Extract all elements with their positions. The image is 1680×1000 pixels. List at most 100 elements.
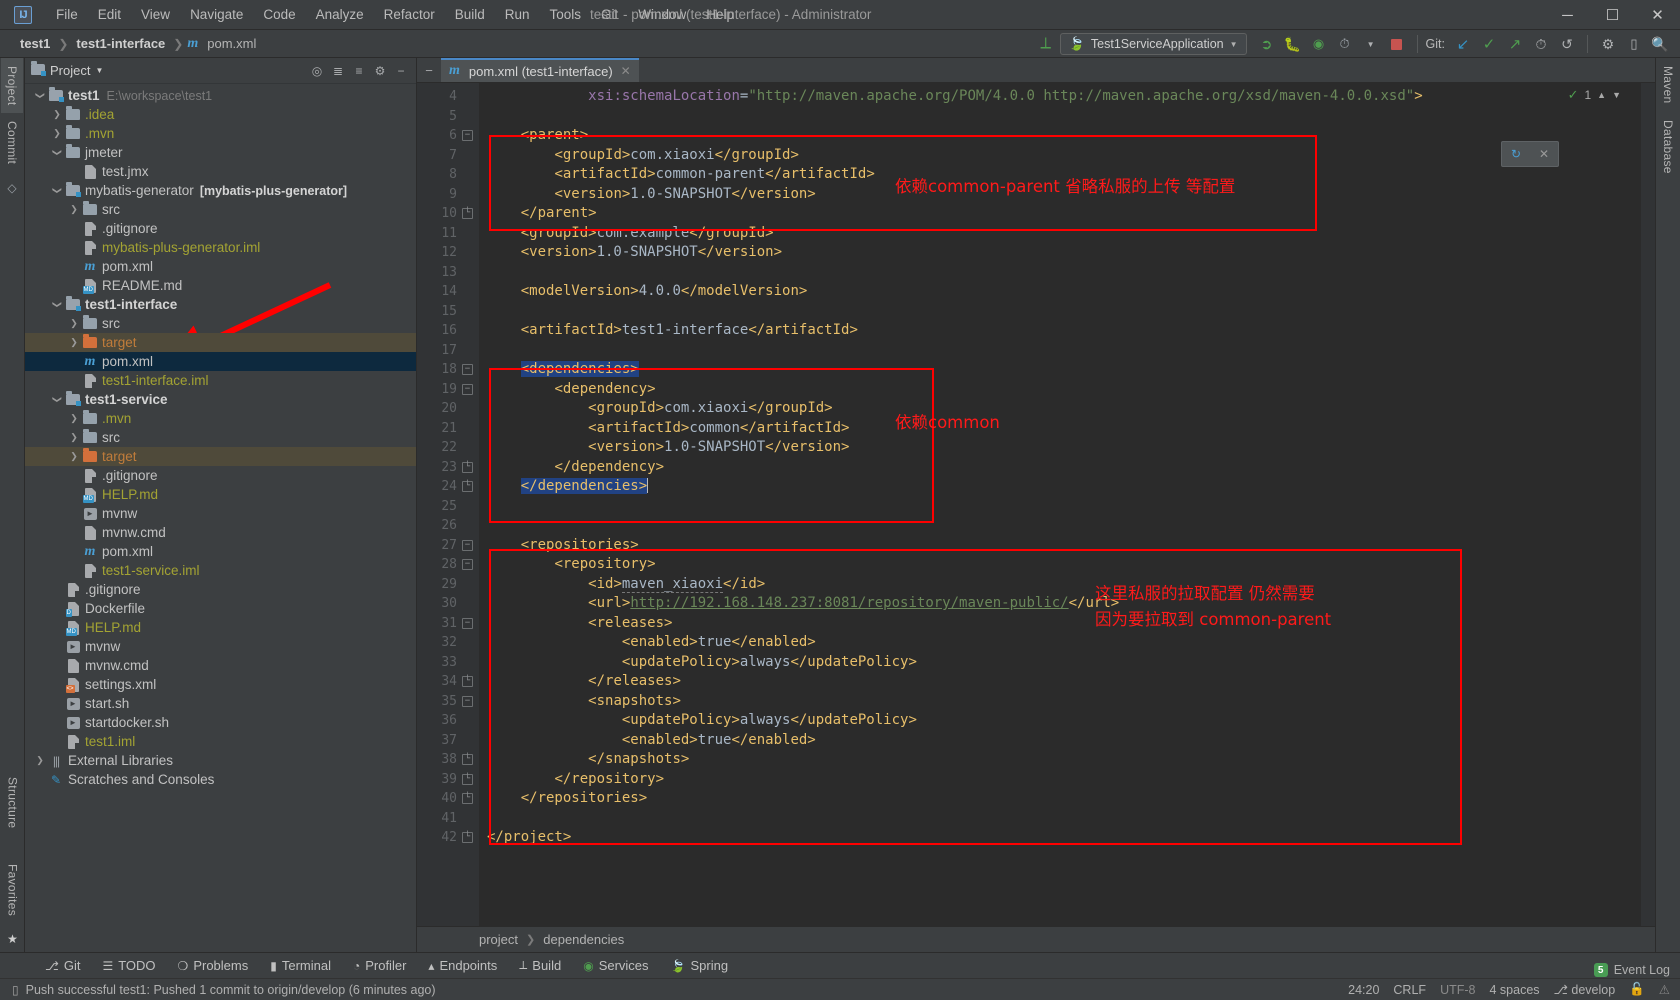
tree-node-test1-interface[interactable]: ❯test1-interface <box>25 295 416 314</box>
breadcrumb-project-element[interactable]: project <box>479 932 518 947</box>
close-button[interactable]: ✕ <box>1635 0 1680 30</box>
sidebar-tab-structure[interactable]: Structure <box>2 769 24 836</box>
notification-icon[interactable]: ⚠ <box>1659 982 1670 997</box>
caret-position[interactable]: 24:20 <box>1348 983 1379 997</box>
git-history-icon[interactable]: ⏱ <box>1529 32 1553 56</box>
tree-node-mvnw[interactable]: ►mvnw <box>25 637 416 656</box>
chevron-right-icon[interactable]: ❯ <box>67 204 81 215</box>
tree-node-start-sh[interactable]: ►start.sh <box>25 694 416 713</box>
status-message-area[interactable]: ▯ Push successful test1: Pushed 1 commit… <box>0 983 436 997</box>
hide-panel-icon[interactable]: − <box>392 62 410 80</box>
sidebar-tab-project[interactable]: Project <box>1 58 23 113</box>
chevron-right-icon[interactable]: ❯ <box>33 755 47 766</box>
profile-icon[interactable]: ⏱ <box>1333 32 1357 56</box>
collapse-all-icon[interactable]: ≡ <box>350 62 368 80</box>
project-tree[interactable]: ❯test1E:\workspace\test1❯.idea❯.mvn❯jmet… <box>25 84 416 952</box>
tree-node-scratches-and-consoles[interactable]: ✎Scratches and Consoles <box>25 770 416 789</box>
tree-node-jmeter[interactable]: ❯jmeter <box>25 143 416 162</box>
chevron-down-icon[interactable]: ▼ <box>1359 32 1383 56</box>
tool-window-button-terminal[interactable]: ▮Terminal <box>259 955 342 977</box>
tool-window-button-git[interactable]: ⎇Git <box>34 955 91 977</box>
search-icon[interactable]: 🔍 <box>1648 32 1672 56</box>
tree-node-test1[interactable]: ❯test1E:\workspace\test1 <box>25 86 416 105</box>
fold-collapse-icon[interactable]: − <box>462 559 473 570</box>
maximize-button[interactable]: ☐ <box>1590 0 1635 30</box>
chevron-right-icon[interactable]: ❯ <box>67 432 81 443</box>
tree-node-mvnw-cmd[interactable]: mvnw.cmd <box>25 656 416 675</box>
tree-node-mybatis-plus-generator-iml[interactable]: mybatis-plus-generator.iml <box>25 238 416 257</box>
marker-strip[interactable] <box>1641 83 1655 926</box>
sidebar-tab-maven[interactable]: Maven <box>1657 58 1679 112</box>
chevron-right-icon[interactable]: ❯ <box>67 451 81 462</box>
run-with-coverage-icon[interactable]: ◉ <box>1307 32 1331 56</box>
stop-icon[interactable] <box>1385 32 1409 56</box>
debug-icon[interactable]: 🐛 <box>1281 32 1305 56</box>
git-push-icon[interactable]: ↗ <box>1503 32 1527 56</box>
tree-node-pom-xml[interactable]: mpom.xml <box>25 352 416 371</box>
chevron-down-icon[interactable]: ❯ <box>52 184 63 198</box>
tree-node-test1-service[interactable]: ❯test1-service <box>25 390 416 409</box>
git-branch-widget[interactable]: ⎇ develop <box>1554 982 1616 997</box>
maven-refresh-icon[interactable]: ↻ <box>1511 147 1521 161</box>
fold-end-icon[interactable]: └ <box>462 774 473 785</box>
tool-window-button-profiler[interactable]: ◔Profiler <box>342 955 417 977</box>
git-update-icon[interactable]: ↙ <box>1451 32 1475 56</box>
menu-item-run[interactable]: Run <box>495 3 540 26</box>
settings-icon[interactable]: ⚙ <box>371 62 389 80</box>
tree-node--gitignore[interactable]: .gitignore <box>25 580 416 599</box>
chevron-down-icon[interactable]: ❯ <box>52 146 63 160</box>
settings-icon[interactable]: ⚙ <box>1596 32 1620 56</box>
code-editor[interactable]: 45−6789└1011121314151617−18−19202122└23└… <box>417 83 1655 926</box>
tool-window-button-spring[interactable]: 🍃Spring <box>660 955 740 977</box>
tree-node-readme-md[interactable]: MDREADME.md <box>25 276 416 295</box>
fold-end-icon[interactable]: └ <box>462 754 473 765</box>
tree-node--idea[interactable]: ❯.idea <box>25 105 416 124</box>
run-icon[interactable]: ➲ <box>1255 32 1279 56</box>
tree-node-mybatis-generator[interactable]: ❯mybatis-generator[mybatis-plus-generato… <box>25 181 416 200</box>
chevron-right-icon[interactable]: ❯ <box>67 337 81 348</box>
chevron-right-icon[interactable]: ❯ <box>67 318 81 329</box>
fold-collapse-icon[interactable]: − <box>462 384 473 395</box>
tree-node-external-libraries[interactable]: ❯|||External Libraries <box>25 751 416 770</box>
menu-item-analyze[interactable]: Analyze <box>306 3 374 26</box>
tool-window-button-services[interactable]: ◉Services <box>572 955 659 977</box>
indent-setting[interactable]: 4 spaces <box>1489 983 1539 997</box>
tree-node-test1-service-iml[interactable]: test1-service.iml <box>25 561 416 580</box>
minimize-button[interactable]: ─ <box>1545 0 1590 30</box>
fold-collapse-icon[interactable]: − <box>462 540 473 551</box>
tree-node-startdocker-sh[interactable]: ►startdocker.sh <box>25 713 416 732</box>
sidebar-tab-favorites[interactable]: Favorites <box>2 856 24 924</box>
expand-all-icon[interactable]: ≣ <box>329 62 347 80</box>
tool-window-button-endpoints[interactable]: ▴Endpoints <box>417 955 508 977</box>
favorites-star-icon[interactable]: ★ <box>7 932 18 946</box>
tree-node-help-md[interactable]: MDHELP.md <box>25 618 416 637</box>
close-icon[interactable]: ✕ <box>621 64 631 78</box>
chevron-right-icon[interactable]: ❯ <box>50 128 64 139</box>
fold-collapse-icon[interactable]: − <box>462 130 473 141</box>
fold-end-icon[interactable]: └ <box>462 832 473 843</box>
tree-node-mvnw-cmd[interactable]: mvnw.cmd <box>25 523 416 542</box>
breadcrumb-file[interactable]: pom.xml <box>203 35 260 52</box>
tool-window-button-problems[interactable]: ❍Problems <box>167 955 260 977</box>
chevron-down-icon[interactable]: ❯ <box>52 298 63 312</box>
project-panel-title[interactable]: Project ▼ <box>31 63 103 78</box>
code-content[interactable]: xsi:schemaLocation="http://maven.apache.… <box>479 83 1451 926</box>
inspection-widget[interactable]: ✓ 1 ▲ ▼ <box>1568 87 1621 103</box>
fold-end-icon[interactable]: └ <box>462 208 473 219</box>
tree-node-pom-xml[interactable]: mpom.xml <box>25 257 416 276</box>
fold-collapse-icon[interactable]: − <box>462 618 473 629</box>
tree-node-target[interactable]: ❯target <box>25 447 416 466</box>
git-rollback-icon[interactable]: ↺ <box>1555 32 1579 56</box>
chevron-down-icon[interactable]: ❯ <box>35 89 46 103</box>
tree-node--gitignore[interactable]: .gitignore <box>25 466 416 485</box>
menu-item-file[interactable]: File <box>46 3 88 26</box>
tree-node-mvnw[interactable]: ►mvnw <box>25 504 416 523</box>
tree-node-test1-interface-iml[interactable]: test1-interface.iml <box>25 371 416 390</box>
maven-reimport-badge[interactable]: ↻ ✕ <box>1501 141 1559 167</box>
menu-item-navigate[interactable]: Navigate <box>180 3 253 26</box>
tree-node--gitignore[interactable]: .gitignore <box>25 219 416 238</box>
build-hammer-icon[interactable]: ⟂ <box>1034 32 1058 56</box>
chevron-right-icon[interactable]: ❯ <box>50 109 64 120</box>
event-log-widget[interactable]: 5 Event Log <box>1594 963 1670 977</box>
scroll-from-source-icon[interactable]: ◎ <box>308 62 326 80</box>
